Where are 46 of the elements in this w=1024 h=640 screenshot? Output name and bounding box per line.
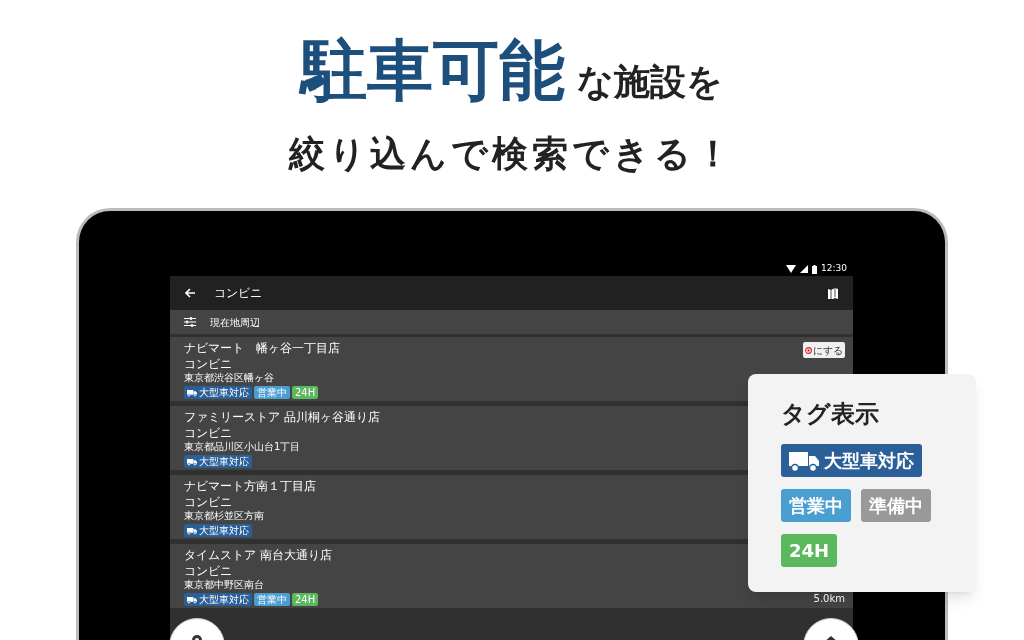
signal-icon	[800, 265, 809, 273]
large-vehicle-tag: 大型車対応	[184, 524, 252, 537]
truck-icon	[187, 457, 197, 466]
store-category: コンビニ	[184, 564, 232, 578]
headline-subtext: 絞り込んで検索できる！	[289, 136, 735, 172]
large-vehicle-tag: 大型車対応	[184, 593, 252, 606]
truck-icon	[187, 526, 197, 535]
headline-emphasis: 駐車可能	[301, 38, 565, 104]
store-address: 東京都渋谷区幡ヶ谷	[184, 372, 274, 384]
status-time: 12:30	[821, 262, 847, 276]
store-name: ファミリーストア 品川桐ヶ谷通り店	[184, 410, 380, 425]
large-vehicle-tag: 大型車対応	[184, 386, 252, 399]
battery-icon	[812, 264, 818, 274]
target-icon	[805, 346, 812, 354]
filter-bar[interactable]: 現在地周辺	[170, 310, 853, 335]
store-name: タイムストア 南台大通り店	[184, 548, 332, 563]
open-24h-tag: 24H	[292, 593, 319, 606]
large-vehicle-tag: 大型車対応	[184, 455, 252, 468]
toolbar-title: コンビニ	[214, 285, 262, 302]
wifi-icon	[786, 265, 797, 273]
open-24h-tag: 24H	[292, 386, 319, 399]
store-name: ナビマート方南１丁目店	[184, 479, 316, 494]
truck-icon	[187, 388, 197, 397]
store-address: 東京都品川区小山台1丁目	[184, 441, 301, 453]
set-destination-button[interactable]: にする	[803, 342, 845, 358]
back-arrow-icon[interactable]	[185, 288, 196, 298]
open-tag: 営業中	[254, 386, 290, 399]
store-category: コンビニ	[184, 357, 232, 371]
truck-icon	[187, 595, 197, 604]
truck-icon	[789, 449, 819, 472]
store-distance: 5.0km	[813, 592, 845, 606]
open-tag: 営業中	[781, 489, 851, 522]
headline-text: な施設を	[577, 64, 723, 104]
store-address: 東京都中野区南台	[184, 579, 264, 591]
store-category: コンビニ	[184, 426, 232, 440]
store-name: ナビマート 幡ヶ谷一丁目店	[184, 341, 340, 356]
store-category: コンビニ	[184, 495, 232, 509]
sliders-icon	[184, 317, 196, 327]
preparing-tag: 準備中	[861, 489, 931, 522]
open-24h-tag: 24H	[781, 534, 838, 567]
store-address: 東京都杉並区方南	[184, 510, 264, 522]
filter-label: 現在地周辺	[210, 315, 260, 330]
large-vehicle-tag: 大型車対応	[781, 444, 922, 477]
open-tag: 営業中	[254, 593, 290, 606]
map-icon[interactable]	[828, 287, 838, 299]
store-list-item[interactable]: ナビマート 幡ヶ谷一丁目店 コンビニ 東京都渋谷区幡ヶ谷 大型車対応 営業中 24H にする	[170, 337, 853, 401]
